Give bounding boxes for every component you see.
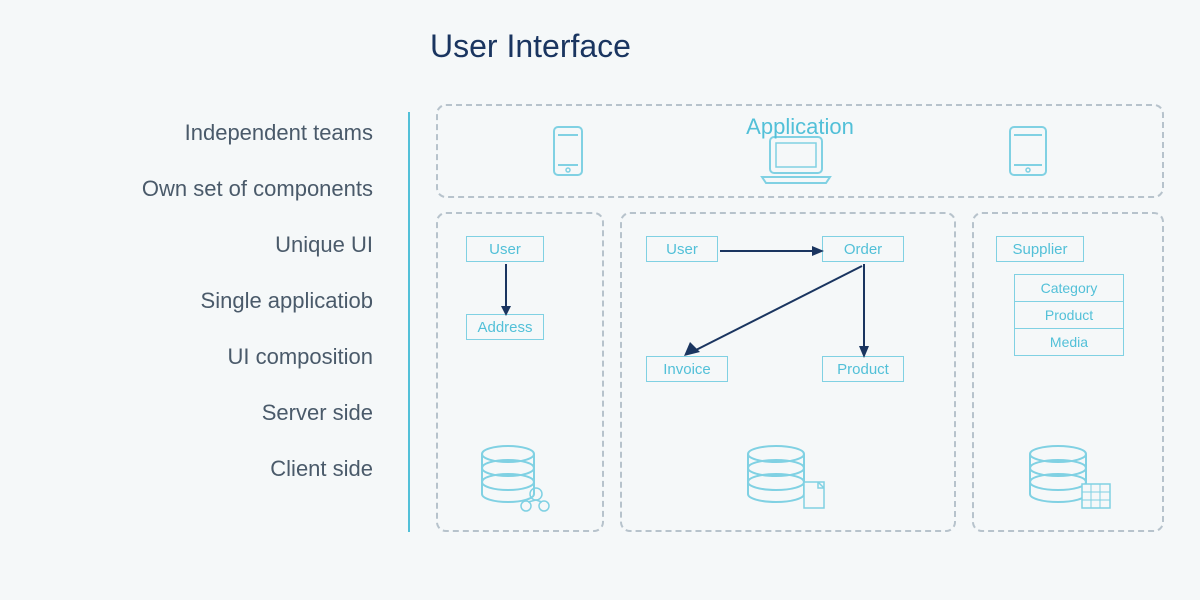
- entity-user2: User: [646, 236, 718, 262]
- tablet-icon: [1008, 125, 1048, 177]
- entity-order: Order: [822, 236, 904, 262]
- sidebar-item: Own set of components: [0, 176, 395, 202]
- service-column-1: User Address: [436, 212, 604, 532]
- app-label: Application: [746, 114, 854, 140]
- phone-icon: [552, 125, 584, 177]
- database-doc-icon: [742, 444, 832, 514]
- vertical-divider: [408, 112, 410, 532]
- arrow-user-order: [720, 244, 824, 258]
- sidebar-item: Server side: [0, 400, 395, 426]
- diagram-area: Application User Address: [436, 104, 1176, 544]
- database-table-icon: [1024, 444, 1114, 514]
- laptop-icon: [756, 133, 836, 187]
- arrow-order-invoice: [680, 262, 866, 362]
- stack-media: Media: [1015, 329, 1123, 355]
- sidebar-item: UI composition: [0, 344, 395, 370]
- sidebar-item: Single applicatiob: [0, 288, 395, 314]
- entity-stack: Category Product Media: [1014, 274, 1124, 356]
- stack-product: Product: [1015, 302, 1123, 329]
- database-cluster-icon: [478, 444, 558, 514]
- sidebar-list: Independent teams Own set of components …: [0, 120, 395, 482]
- entity-address: Address: [466, 314, 544, 340]
- page-title: User Interface: [430, 28, 631, 65]
- entity-supplier: Supplier: [996, 236, 1084, 262]
- service-column-2: User Order Invoice Product: [620, 212, 956, 532]
- stack-category: Category: [1015, 275, 1123, 302]
- arrow-user-address: [498, 264, 514, 316]
- sidebar-item: Independent teams: [0, 120, 395, 146]
- service-column-3: Supplier Category Product Media: [972, 212, 1164, 532]
- sidebar-item: Unique UI: [0, 232, 395, 258]
- app-row: Application: [436, 104, 1164, 198]
- sidebar-item: Client side: [0, 456, 395, 482]
- entity-user: User: [466, 236, 544, 262]
